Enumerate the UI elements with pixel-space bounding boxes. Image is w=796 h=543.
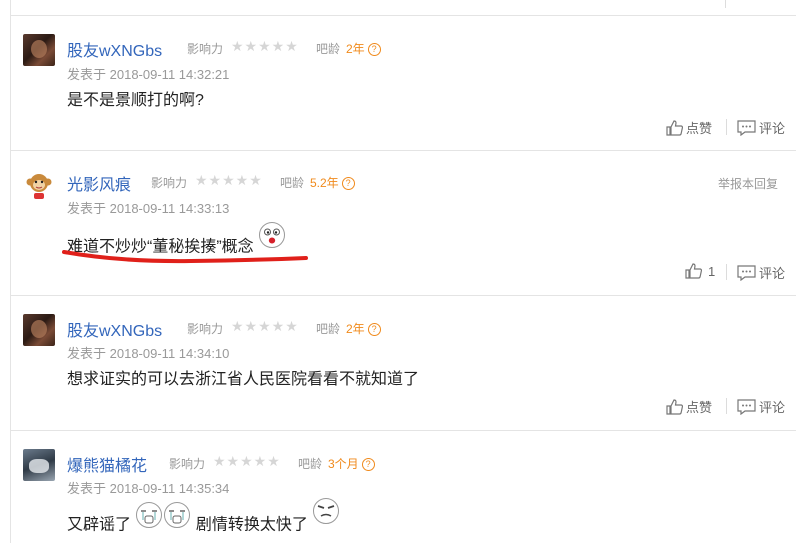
comment-item: 股友wXNGbs 影响力 ★★★★★ 吧龄 2年? 发表于 2018-09-11… <box>11 296 796 431</box>
comment-button[interactable]: 评论 <box>737 118 785 137</box>
like-button[interactable]: 1 <box>685 263 715 279</box>
influence-stars: ★★★★★ <box>231 318 299 335</box>
star-icon: ★★★★★ <box>231 38 299 54</box>
username[interactable]: 股友wXNGbs <box>67 37 162 61</box>
thumbs-up-icon <box>666 398 683 415</box>
avatar[interactable] <box>23 34 55 66</box>
comment-text: 想求证实的可以去浙江省人民医院看看不就知道了 <box>67 371 420 388</box>
star-icon: ★★★★★ <box>213 453 281 469</box>
influence-stars: ★★★★★ <box>231 38 299 55</box>
influence-label: 影响力 <box>187 42 224 56</box>
comment-item: 光影风痕 影响力 ★★★★★ 吧龄 5.2年? 举报本回复 发表于 2018-0… <box>11 151 796 296</box>
crying-emoji-icon <box>135 501 163 534</box>
influence-stars: ★★★★★ <box>213 453 281 470</box>
divider <box>726 119 727 135</box>
thumbs-up-icon <box>685 263 702 279</box>
comment-button[interactable]: 评论 <box>737 263 785 282</box>
influence-label: 影响力 <box>169 457 206 471</box>
thumbs-up-icon <box>666 119 683 136</box>
post-time: 发表于 2018-09-11 14:32:21 <box>67 67 230 82</box>
post-time: 发表于 2018-09-11 14:35:34 <box>67 481 230 496</box>
avatar[interactable] <box>23 314 55 346</box>
username[interactable]: 爆熊猫橘花 <box>67 452 147 476</box>
post-time: 发表于 2018-09-11 14:33:13 <box>67 201 230 216</box>
influence-label: 影响力 <box>151 176 188 190</box>
star-icon: ★★★★★ <box>195 172 263 188</box>
comment-icon <box>737 398 756 415</box>
bar-age-value: 2年? <box>346 320 381 337</box>
divider <box>726 264 727 280</box>
post-time: 发表于 2018-09-11 14:34:10 <box>67 346 230 361</box>
question-icon: ? <box>367 323 381 336</box>
comment-item: 爆熊猫橘花 影响力 ★★★★★ 吧龄 3个月? 发表于 2018-09-11 1… <box>11 431 796 543</box>
comment-icon <box>737 264 756 281</box>
question-icon: ? <box>367 43 381 56</box>
question-icon: ? <box>361 458 375 471</box>
bar-age-value: 3个月? <box>328 455 375 472</box>
like-button[interactable]: 点赞 <box>666 397 712 416</box>
report-link[interactable]: 举报本回复 <box>718 175 778 192</box>
avatar[interactable] <box>23 449 55 481</box>
star-icon: ★★★★★ <box>231 318 299 334</box>
comment-list: 股友wXNGbs 影响力 ★★★★★ 吧龄 2年? 发表于 2018-09-11… <box>10 0 796 543</box>
avatar[interactable] <box>23 169 55 201</box>
comment-item: 股友wXNGbs 影响力 ★★★★★ 吧龄 2年? 发表于 2018-09-11… <box>11 16 796 151</box>
influence-stars: ★★★★★ <box>195 172 263 189</box>
comment-text: 又辟谣了 剧情转换太快了 <box>67 498 340 542</box>
username[interactable]: 光影风痕 <box>67 171 131 195</box>
bar-age-label: 吧龄 <box>298 457 323 471</box>
comment-icon <box>737 119 756 136</box>
comment-button[interactable]: 评论 <box>737 397 785 416</box>
like-button[interactable]: 点赞 <box>666 118 712 137</box>
crying-emoji-icon <box>163 501 191 534</box>
influence-label: 影响力 <box>187 322 224 336</box>
bar-age-label: 吧龄 <box>316 322 341 336</box>
bar-age-label: 吧龄 <box>316 42 341 56</box>
bar-age-value: 2年? <box>346 40 381 57</box>
previous-comment-footer <box>11 0 796 16</box>
username[interactable]: 股友wXNGbs <box>67 317 162 341</box>
red-underline-annotation <box>62 250 308 264</box>
monkey-avatar-icon <box>26 174 52 199</box>
comment-text: 是不是景顺打的啊? <box>67 92 204 109</box>
bar-age-label: 吧龄 <box>280 176 305 190</box>
question-icon: ? <box>341 177 355 190</box>
annoyed-emoji-icon <box>312 497 340 530</box>
bar-age-value: 5.2年? <box>310 174 355 191</box>
divider <box>726 398 727 414</box>
